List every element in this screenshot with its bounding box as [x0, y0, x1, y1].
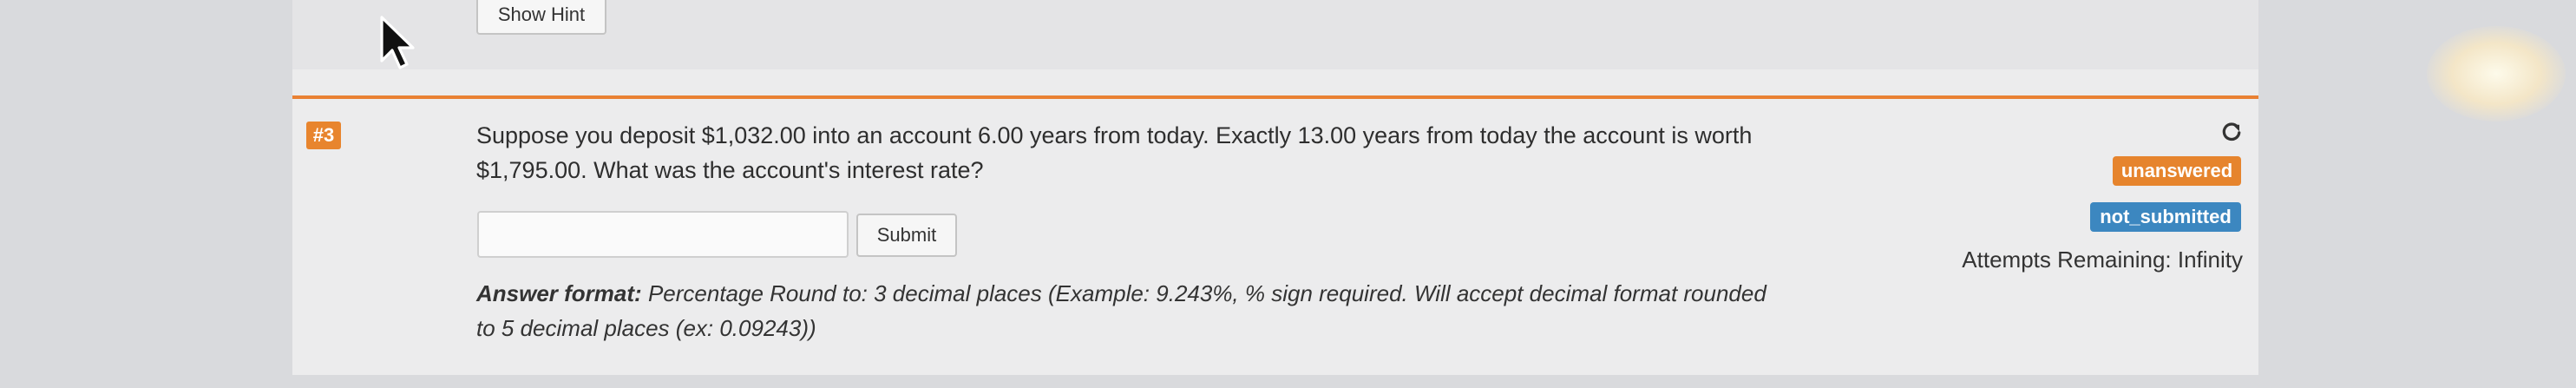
- question-panel: Show Hint #3 Suppose you deposit $1,032.…: [292, 0, 2566, 375]
- question-number-badge: #3: [306, 122, 341, 149]
- show-hint-button[interactable]: Show Hint: [476, 0, 606, 35]
- submit-button[interactable]: Submit: [856, 214, 957, 257]
- answer-format-text: Percentage Round to: 3 decimal places (E…: [476, 280, 1766, 341]
- previous-question-section: Show Hint: [292, 0, 2258, 69]
- question-text: Suppose you deposit $1,032.00 into an ac…: [476, 122, 1753, 183]
- status-badge: unanswered: [2113, 156, 2241, 186]
- screen-glare: [2427, 26, 2566, 122]
- mouse-cursor-icon: [380, 16, 415, 69]
- answer-format-label: Answer format:: [476, 280, 642, 306]
- answer-input[interactable]: [477, 211, 849, 258]
- refresh-icon[interactable]: [2219, 118, 2245, 144]
- answer-format-note: Answer format: Percentage Round to: 3 de…: [476, 276, 1778, 345]
- question-divider: [292, 95, 2258, 99]
- attempts-remaining: Attempts Remaining: Infinity: [1962, 247, 2243, 273]
- submission-badge: not_submitted: [2090, 202, 2241, 232]
